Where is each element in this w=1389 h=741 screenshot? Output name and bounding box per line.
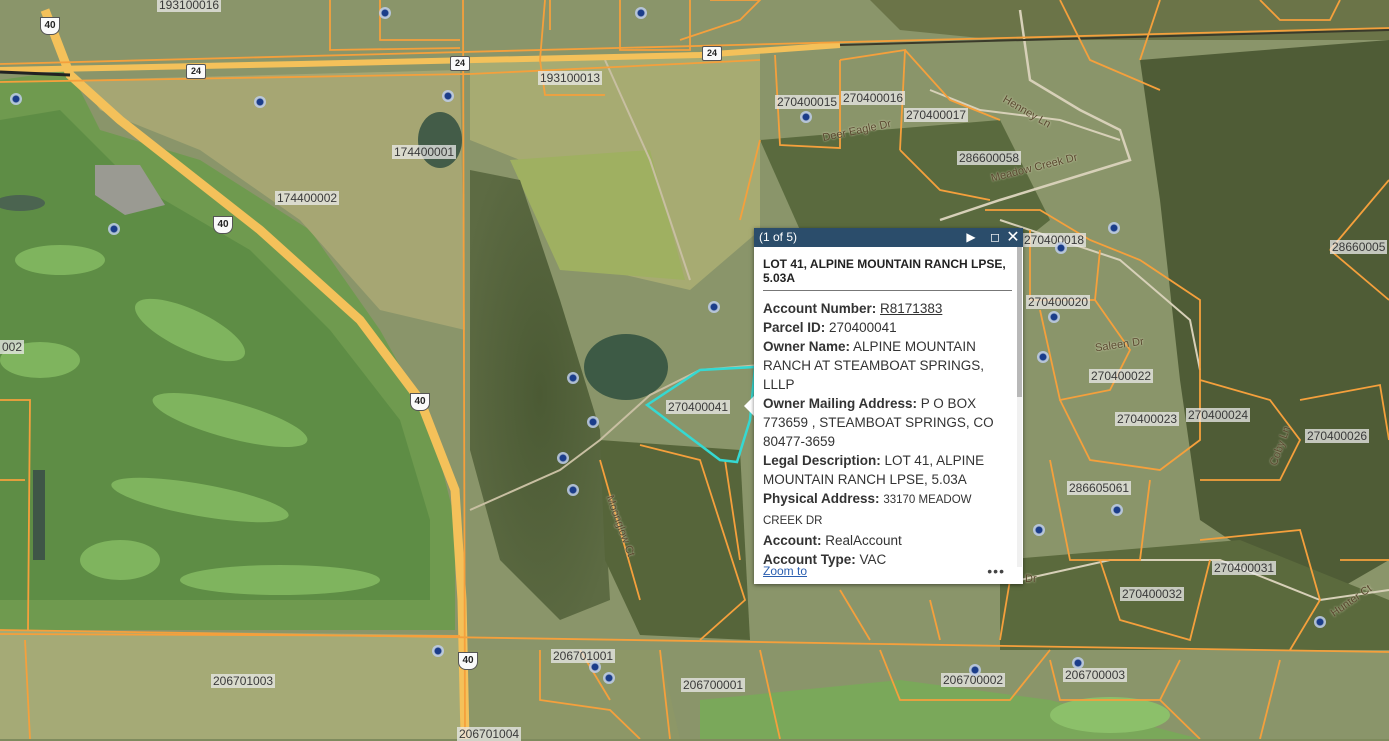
popup-title: LOT 41, ALPINE MOUNTAIN RANCH LPSE, 5.03… bbox=[763, 257, 1012, 291]
parcel-label: 270400017 bbox=[904, 108, 969, 122]
state-highway-shield: 24 bbox=[702, 46, 722, 61]
field-label: Parcel ID: bbox=[763, 320, 826, 335]
parcel-label: 002 bbox=[0, 340, 25, 354]
address-marker[interactable] bbox=[800, 111, 812, 123]
parcel-label: 270400032 bbox=[1120, 587, 1185, 601]
us-highway-shield: 40 bbox=[410, 393, 430, 411]
address-marker[interactable] bbox=[635, 7, 647, 19]
address-marker[interactable] bbox=[1108, 222, 1120, 234]
address-marker[interactable] bbox=[567, 372, 579, 384]
address-marker[interactable] bbox=[10, 93, 22, 105]
field-label: Physical Address: bbox=[763, 491, 880, 506]
popup-body[interactable]: LOT 41, ALPINE MOUNTAIN RANCH LPSE, 5.03… bbox=[754, 247, 1023, 584]
address-marker[interactable] bbox=[1072, 657, 1084, 669]
feature-popup: (1 of 5) ▶ ◻ ✕ LOT 41, ALPINE MOUNTAIN R… bbox=[754, 228, 1023, 584]
parcel-label: 206701003 bbox=[211, 674, 276, 688]
popup-header: (1 of 5) ▶ ◻ ✕ bbox=[754, 228, 1023, 247]
field-label: Account Number: bbox=[763, 301, 877, 316]
parcel-label: 270400022 bbox=[1089, 369, 1154, 383]
parcel-label: 270400026 bbox=[1305, 429, 1370, 443]
address-marker[interactable] bbox=[108, 223, 120, 235]
address-marker[interactable] bbox=[1048, 311, 1060, 323]
parcel-label: 286605061 bbox=[1067, 481, 1132, 495]
address-marker[interactable] bbox=[1055, 242, 1067, 254]
field-label: Legal Description: bbox=[763, 453, 881, 468]
address-marker[interactable] bbox=[432, 645, 444, 657]
address-marker[interactable] bbox=[708, 301, 720, 313]
popup-scrollbar[interactable] bbox=[1017, 247, 1022, 567]
address-marker[interactable] bbox=[1037, 351, 1049, 363]
us-highway-shield: 40 bbox=[40, 17, 60, 35]
parcel-label: 270400015 bbox=[775, 95, 840, 109]
field-owner-mailing-address: Owner Mailing Address: P O BOX 773659 , … bbox=[763, 394, 1009, 451]
field-label: Owner Mailing Address: bbox=[763, 396, 918, 411]
address-marker[interactable] bbox=[557, 452, 569, 464]
popup-scroll-thumb[interactable] bbox=[1017, 247, 1022, 397]
field-account: Account: RealAccount bbox=[763, 531, 1009, 550]
state-highway-shield: 24 bbox=[450, 56, 470, 71]
address-marker[interactable] bbox=[603, 672, 615, 684]
field-owner-name: Owner Name: ALPINE MOUNTAIN RANCH AT STE… bbox=[763, 337, 1009, 394]
address-marker[interactable] bbox=[254, 96, 266, 108]
parcel-label: 270400016 bbox=[841, 91, 906, 105]
parcel-label: 270400018 bbox=[1022, 233, 1087, 247]
field-label: Account: bbox=[763, 533, 822, 548]
parcel-label: 270400041 bbox=[666, 400, 731, 414]
address-marker[interactable] bbox=[567, 484, 579, 496]
address-marker[interactable] bbox=[1033, 524, 1045, 536]
attribute-list: Account Number: R8171383 Parcel ID: 2704… bbox=[763, 299, 1009, 569]
field-physical-address: Physical Address: 33170 MEADOW CREEK DR bbox=[763, 489, 1009, 531]
play-next-icon: ▶ bbox=[966, 230, 976, 244]
field-value: RealAccount bbox=[825, 533, 902, 548]
popup-counter: (1 of 5) bbox=[759, 230, 798, 244]
us-highway-shield: 40 bbox=[213, 216, 233, 234]
next-feature-button[interactable]: ▶ bbox=[962, 228, 980, 247]
parcel-label: 206701001 bbox=[551, 649, 616, 663]
address-marker[interactable] bbox=[589, 661, 601, 673]
parcel-label: 270400031 bbox=[1212, 561, 1277, 575]
address-marker[interactable] bbox=[442, 90, 454, 102]
parcel-label: 174400002 bbox=[275, 191, 340, 205]
field-legal-description: Legal Description: LOT 41, ALPINE MOUNTA… bbox=[763, 451, 1009, 489]
parcel-label: 206700001 bbox=[681, 678, 746, 692]
parcel-label: 270400024 bbox=[1186, 408, 1251, 422]
parcel-label: 174400001 bbox=[392, 145, 457, 159]
close-icon: ✕ bbox=[1006, 229, 1020, 246]
more-actions-button[interactable]: ••• bbox=[987, 563, 1005, 579]
address-marker[interactable] bbox=[379, 7, 391, 19]
parcel-label: 28660005 bbox=[1330, 240, 1388, 254]
parcel-label: 270400020 bbox=[1026, 295, 1091, 309]
popup-pointer bbox=[744, 396, 754, 416]
field-parcel-id: Parcel ID: 270400041 bbox=[763, 318, 1009, 337]
close-button[interactable]: ✕ bbox=[1004, 228, 1022, 247]
road-label: Dr bbox=[1025, 573, 1037, 585]
maximize-icon: ◻ bbox=[990, 230, 1000, 244]
account-number-link[interactable]: R8171383 bbox=[880, 301, 942, 316]
map-canvas[interactable]: 193100016 193100013 174400001 174400002 … bbox=[0, 0, 1389, 741]
parcel-label: 206700003 bbox=[1063, 668, 1128, 682]
parcel-label: 286600058 bbox=[957, 151, 1022, 165]
address-marker[interactable] bbox=[969, 664, 981, 676]
address-marker[interactable] bbox=[1111, 504, 1123, 516]
address-marker[interactable] bbox=[587, 416, 599, 428]
map-imagery[interactable] bbox=[0, 0, 1389, 739]
field-label: Owner Name: bbox=[763, 339, 851, 354]
zoom-to-link[interactable]: Zoom to bbox=[763, 564, 807, 578]
parcel-label: 270400023 bbox=[1115, 412, 1180, 426]
parcel-label: 193100013 bbox=[538, 71, 603, 85]
parcel-label: 193100016 bbox=[157, 0, 222, 12]
us-highway-shield: 40 bbox=[458, 652, 478, 670]
state-highway-shield: 24 bbox=[186, 64, 206, 79]
field-value: VAC bbox=[859, 552, 887, 567]
maximize-button[interactable]: ◻ bbox=[986, 228, 1004, 247]
field-account-number: Account Number: R8171383 bbox=[763, 299, 1009, 318]
address-marker[interactable] bbox=[1314, 616, 1326, 628]
field-value: 270400041 bbox=[829, 320, 897, 335]
